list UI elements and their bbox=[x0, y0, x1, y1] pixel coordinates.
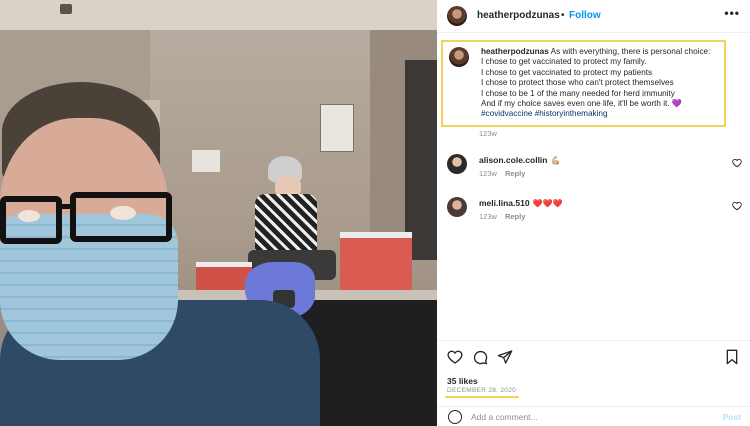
post-panel: heatherpodzunas • Follow ••• heatherpodz… bbox=[437, 0, 750, 426]
caption-line-6: And if my choice saves even one life, it… bbox=[481, 99, 670, 109]
author-avatar[interactable] bbox=[447, 6, 467, 26]
caption-hashtags[interactable]: #covidvaccine #historyinthemaking bbox=[481, 109, 608, 118]
post-header: heatherpodzunas • Follow ••• bbox=[437, 0, 750, 33]
post-date: DECEMBER 28, 2020 bbox=[447, 387, 517, 394]
comment-meta: 123w Reply bbox=[479, 169, 526, 178]
post-caption: heatherpodzunas As with everything, ther… bbox=[481, 47, 726, 120]
wall-poster bbox=[320, 104, 354, 152]
caption-highlight: heatherpodzunas As with everything, ther… bbox=[441, 40, 726, 127]
emoji-picker-icon[interactable] bbox=[448, 410, 462, 424]
likes-count[interactable]: 35 likes bbox=[447, 376, 478, 386]
like-heart-icon[interactable] bbox=[447, 349, 463, 365]
caption-line-3: I chose to get vaccinated to protect my … bbox=[481, 67, 653, 77]
wall-sign bbox=[192, 150, 220, 172]
eye-left bbox=[18, 210, 40, 222]
comment-meta: 123w Reply bbox=[479, 212, 526, 221]
eye-right bbox=[110, 206, 136, 220]
follow-button[interactable]: Follow bbox=[569, 10, 601, 21]
ceiling-light bbox=[60, 4, 72, 14]
post-comment-button[interactable]: Post bbox=[723, 412, 741, 422]
comment-bubble-icon[interactable] bbox=[472, 349, 488, 365]
comment-emoji: ❤️❤️❤️ bbox=[532, 199, 563, 208]
caption-age: 123w bbox=[479, 129, 497, 138]
author-username[interactable]: heatherpodzunas bbox=[477, 10, 560, 21]
comment-item: alison.cole.collin 💪🏼 123w Reply bbox=[437, 152, 750, 180]
caption-line-4: I chose to protect those who can't prote… bbox=[481, 78, 674, 88]
reply-button[interactable]: Reply bbox=[505, 169, 525, 178]
reply-button[interactable]: Reply bbox=[505, 212, 525, 221]
add-comment-bar: Post bbox=[437, 406, 750, 426]
commenter-avatar[interactable] bbox=[447, 154, 467, 174]
comment-emoji: 💪🏼 bbox=[550, 156, 561, 165]
caption-line-5: I chose to be 1 of the many needed for h… bbox=[481, 88, 675, 98]
caption-avatar[interactable] bbox=[449, 47, 469, 67]
comment-like-heart-icon[interactable] bbox=[732, 158, 742, 168]
post-photo bbox=[0, 0, 437, 426]
date-highlight bbox=[445, 396, 519, 398]
action-bar bbox=[437, 340, 750, 374]
save-bookmark-icon[interactable] bbox=[724, 349, 740, 365]
add-comment-input[interactable] bbox=[471, 409, 711, 425]
commenter-avatar[interactable] bbox=[447, 197, 467, 217]
dark-machine bbox=[405, 60, 437, 260]
caption-line-2: I chose to get vaccinated to protect my … bbox=[481, 57, 647, 67]
comment-like-heart-icon[interactable] bbox=[732, 201, 742, 211]
header-separator: • bbox=[561, 10, 565, 21]
comment-username[interactable]: meli.lina.510 ❤️❤️❤️ bbox=[479, 198, 562, 208]
caption-username[interactable]: heatherpodzunas bbox=[481, 47, 549, 56]
comment-username[interactable]: alison.cole.collin 💪🏼 bbox=[479, 155, 560, 165]
glasses-bridge bbox=[56, 204, 76, 209]
caption-line-1: As with everything, there is personal ch… bbox=[550, 47, 711, 56]
share-send-icon[interactable] bbox=[497, 349, 513, 365]
more-horizontal-icon[interactable]: ••• bbox=[724, 6, 740, 20]
purple-heart-emoji: 💜 bbox=[671, 99, 683, 109]
comment-item: meli.lina.510 ❤️❤️❤️ 123w Reply bbox=[437, 195, 750, 223]
